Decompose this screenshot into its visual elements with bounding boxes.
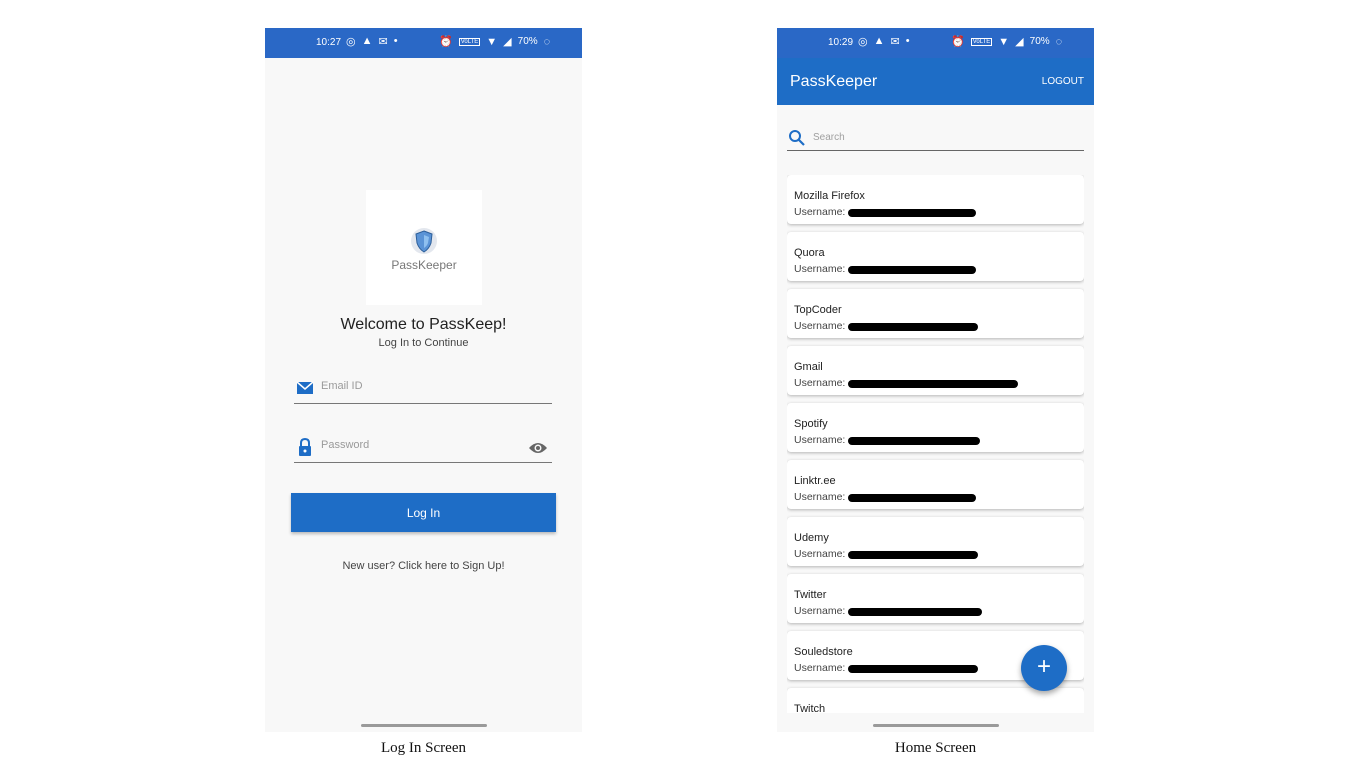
lock-icon <box>299 438 311 456</box>
dot-icon: • <box>393 35 398 47</box>
password-entry-card[interactable]: Gmail Username: <box>787 346 1084 395</box>
email-field[interactable] <box>294 377 552 404</box>
battery-percent: 70% <box>1029 36 1050 47</box>
password-entry-card[interactable]: Udemy Username: <box>787 517 1084 566</box>
logo-text: PassKeeper <box>391 258 457 272</box>
shield-logo-icon <box>411 228 437 254</box>
email-input[interactable] <box>321 380 521 392</box>
status-bar: 10:27 ◎ ▲ ✉ • ⏰ VoLTE ▼ ◢ 70% ◌ <box>265 28 582 58</box>
status-time: 10:27 <box>316 37 342 48</box>
gesture-nav-bar[interactable] <box>361 724 487 727</box>
entry-site-name: Twitter <box>794 589 827 601</box>
status-time: 10:29 <box>828 37 854 48</box>
password-entry-card[interactable]: Twitter Username: <box>787 574 1084 623</box>
app-a-icon: ▲ <box>873 35 885 47</box>
entry-site-name: Linktr.ee <box>794 475 836 487</box>
entry-site-name: Gmail <box>794 361 823 373</box>
volte-icon: VoLTE <box>970 37 993 46</box>
entry-username-label: Username: <box>794 548 846 560</box>
password-field[interactable] <box>294 436 552 463</box>
login-subtitle: Log In to Continue <box>378 337 469 349</box>
gmail-icon: ✉ <box>378 36 388 48</box>
redacted-username <box>848 209 976 217</box>
app-title: PassKeeper <box>790 73 878 90</box>
redacted-username <box>848 608 982 616</box>
system-icons: ⏰ VoLTE ▼ ◢ 70% ◌ <box>439 35 551 49</box>
alarm-icon: ⏰ <box>439 36 453 48</box>
password-input[interactable] <box>321 439 521 451</box>
notification-icons: ◎ ▲ ✉ • <box>346 35 398 48</box>
gesture-nav-bar[interactable] <box>873 724 999 727</box>
password-entry-card[interactable]: Linktr.ee Username: <box>787 460 1084 509</box>
redacted-username <box>848 551 978 559</box>
welcome-heading: Welcome to PassKeep! <box>340 316 507 333</box>
entry-site-name: TopCoder <box>794 304 842 316</box>
email-icon <box>296 381 314 394</box>
password-entry-card[interactable]: Spotify Username: <box>787 403 1084 452</box>
entry-username-label: Username: <box>794 206 846 218</box>
redacted-username <box>848 323 978 331</box>
entry-username-label: Username: <box>794 662 846 674</box>
login-screen: 10:27 ◎ ▲ ✉ • ⏰ VoLTE ▼ ◢ 70% ◌ PassKeep… <box>265 28 582 732</box>
show-password-eye-icon[interactable] <box>528 441 548 455</box>
status-bar: 10:29 ◎ ▲ ✉ • ⏰ VoLTE ▼ ◢ 70% ◌ <box>777 28 1094 58</box>
entry-site-name: Mozilla Firefox <box>794 190 865 202</box>
entry-username-label: Username: <box>794 263 846 275</box>
notification-icons: ◎ ▲ ✉ • <box>858 35 910 48</box>
redacted-username <box>848 494 976 502</box>
wifi-icon: ▼ <box>486 35 498 48</box>
app-logo: PassKeeper <box>366 190 482 305</box>
login-button[interactable]: Log In <box>291 493 556 532</box>
entry-site-name: Twitch <box>794 703 826 713</box>
redacted-username <box>848 380 1018 388</box>
search-input[interactable] <box>813 132 1053 143</box>
redacted-username <box>848 266 976 274</box>
add-entry-button[interactable]: + <box>1021 645 1067 691</box>
password-entry-card[interactable]: Mozilla Firefox Username: <box>787 175 1084 224</box>
redacted-username <box>848 665 978 673</box>
password-entry-list: Mozilla Firefox Username: Quora Username: To… <box>787 175 1084 713</box>
battery-icon: ◌ <box>543 35 551 48</box>
password-entry-card[interactable]: TwitchUsername: <box>787 688 1084 713</box>
entry-username-label: Username: <box>794 605 846 617</box>
battery-icon: ◌ <box>1055 35 1063 48</box>
search-bar[interactable] <box>787 126 1084 151</box>
password-entry-card[interactable]: TopCoder Username: <box>787 289 1084 338</box>
instagram-icon: ◎ <box>858 36 868 48</box>
redacted-username <box>848 437 980 445</box>
signal-icon: ◢ <box>1015 36 1024 48</box>
logout-button[interactable]: LOGOUT <box>1042 76 1084 87</box>
signal-icon: ◢ <box>503 36 512 48</box>
search-icon <box>789 130 805 146</box>
gmail-icon: ✉ <box>890 36 900 48</box>
alarm-icon: ⏰ <box>951 36 965 48</box>
entry-site-name: Quora <box>794 247 825 259</box>
wifi-icon: ▼ <box>998 35 1010 48</box>
signup-link[interactable]: New user? Click here to Sign Up! <box>265 560 582 572</box>
password-entry-card[interactable]: Quora Username: <box>787 232 1084 281</box>
dot-icon: • <box>905 35 910 47</box>
home-screen-caption: Home Screen <box>894 740 977 756</box>
entry-username-label: Username: <box>794 320 846 332</box>
entry-username-label: Username: <box>794 434 846 446</box>
app-a-icon: ▲ <box>361 35 373 47</box>
login-screen-caption: Log In Screen <box>381 740 466 756</box>
entry-site-name: Spotify <box>794 418 828 430</box>
volte-icon: VoLTE <box>458 37 481 46</box>
system-icons: ⏰ VoLTE ▼ ◢ 70% ◌ <box>951 35 1063 49</box>
entry-username-label: Username: <box>794 491 846 503</box>
entry-site-name: Souledstore <box>794 646 853 658</box>
entry-site-name: Udemy <box>794 532 829 544</box>
battery-percent: 70% <box>517 36 538 47</box>
home-screen: 10:29 ◎ ▲ ✉ • ⏰ VoLTE ▼ ◢ 70% ◌ PassKeep… <box>777 28 1094 732</box>
app-bar: PassKeeper LOGOUT <box>777 58 1094 105</box>
instagram-icon: ◎ <box>346 36 356 48</box>
entry-username-label: Username: <box>794 377 846 389</box>
